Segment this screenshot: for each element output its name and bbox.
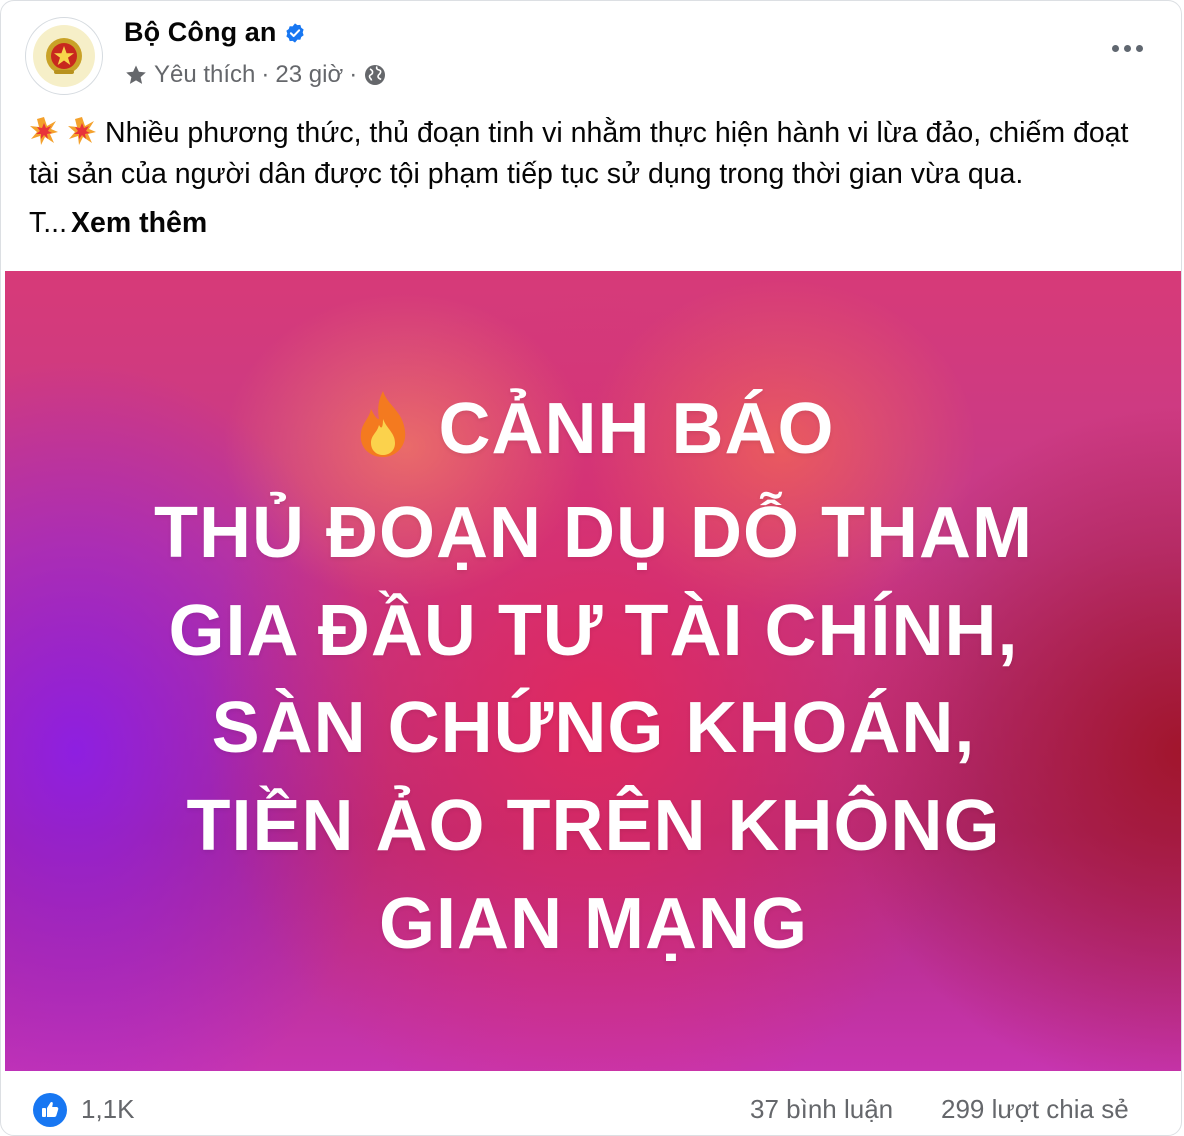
like-count[interactable]: 1,1K xyxy=(81,1094,135,1125)
comment-count[interactable]: 37 bình luận xyxy=(750,1094,893,1125)
see-more-link[interactable]: Xem thêm xyxy=(71,207,207,239)
post-text: Nhiều phương thức, thủ đoạn tinh vi nhằm… xyxy=(29,113,1159,195)
police-emblem-icon xyxy=(33,25,95,87)
fire-emoji-icon xyxy=(360,391,405,457)
like-reaction-icon[interactable] xyxy=(33,1093,67,1127)
thumbs-up-icon xyxy=(42,1102,59,1117)
collision-emoji-icon xyxy=(30,117,58,145)
facebook-post: Bộ Công an Yêu thích · 23 giờ · Nhiều ph… xyxy=(0,0,1182,1136)
meta-separator: · xyxy=(261,61,270,88)
post-footer: 1,1K 37 bình luận 299 lượt chia sẻ xyxy=(1,1079,1181,1135)
banner-warning-title: CẢNH BÁO xyxy=(438,389,835,469)
follow-status[interactable]: Yêu thích xyxy=(154,61,255,89)
banner-line-4: SÀN CHỨNG KHOÁN, xyxy=(211,688,976,768)
more-horizontal-icon xyxy=(1111,44,1119,52)
page-name[interactable]: Bộ Công an xyxy=(124,17,276,48)
share-count[interactable]: 299 lượt chia sẻ xyxy=(941,1094,1129,1125)
banner-line-3: GIA ĐẦU TƯ TÀI CHÍNH, xyxy=(168,591,1019,671)
post-body: Nhiều phương thức, thủ đoạn tinh vi nhằm… xyxy=(29,117,1129,190)
verified-badge-icon xyxy=(286,22,305,43)
meta-separator: · xyxy=(349,61,358,88)
more-options-button[interactable] xyxy=(1107,31,1147,65)
collision-emoji-icon xyxy=(68,117,96,145)
banner-line-5: TIỀN ẢO TRÊN KHÔNG xyxy=(186,786,1001,866)
globe-icon[interactable] xyxy=(363,63,387,87)
banner-line-2: THỦ ĐOẠN DỤ DỖ THAM xyxy=(154,493,1033,573)
more-dot xyxy=(1135,44,1143,52)
post-meta: Yêu thích · 23 giờ · xyxy=(124,61,387,89)
banner-line-1: CẢNH BÁO xyxy=(5,379,1181,479)
star-icon xyxy=(126,65,146,84)
post-truncated-line: T... Xem thêm xyxy=(29,207,207,240)
truncated-text: T... xyxy=(29,207,68,239)
more-dot xyxy=(1123,44,1131,52)
banner-line-6: GIAN MẠNG xyxy=(379,884,808,964)
post-image[interactable]: CẢNH BÁO THỦ ĐOẠN DỤ DỖ THAM GIA ĐẦU TƯ … xyxy=(5,271,1181,1071)
page-name-row: Bộ Công an xyxy=(124,17,306,48)
post-time[interactable]: 23 giờ xyxy=(275,61,343,89)
page-avatar[interactable] xyxy=(25,17,103,95)
